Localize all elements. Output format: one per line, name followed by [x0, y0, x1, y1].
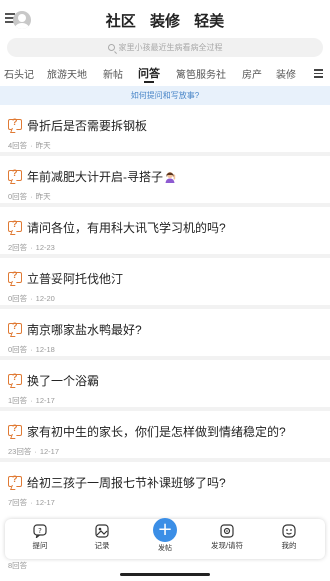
plus-icon: +: [153, 518, 177, 542]
question-item[interactable]: 请问各位，有用科大讯飞学习机的吗? 2回答·12-23: [0, 207, 330, 258]
question-item[interactable]: 骨折后是否需要拆钢板 4回答·昨天: [0, 105, 330, 156]
category-tab-travel[interactable]: 旅游天地: [47, 66, 87, 81]
mine-label: 我的: [281, 541, 297, 550]
question-item[interactable]: 南京哪家盐水鸭最好? 0回答·12-18: [0, 309, 330, 360]
active-tab-indicator: [144, 81, 154, 83]
home-indicator[interactable]: [120, 573, 210, 576]
question-meta: 0回答 · 12-18: [8, 345, 55, 354]
svg-text:?: ?: [38, 527, 42, 535]
question-title: 年前减肥大计开启-寻搭子: [27, 168, 176, 185]
ask-button[interactable]: ? 提问: [18, 524, 62, 551]
category-tab-decoration[interactable]: 装修: [276, 66, 296, 81]
question-title: 换了一个浴霸: [27, 374, 100, 388]
header: 社区 装修 轻美: [0, 0, 330, 38]
question-icon: [8, 168, 22, 181]
question-icon: [8, 321, 22, 334]
woman-raising-hand-emoji-icon: [165, 172, 176, 183]
question-title: 骨折后是否需要拆钢板: [27, 119, 148, 133]
question-icon: [8, 423, 22, 436]
question-icon: [8, 219, 22, 232]
question-list: 骨折后是否需要拆钢板 4回答·昨天 年前减肥大计开启-寻搭子 0回答·昨天 请问…: [0, 105, 330, 513]
question-title: 南京哪家盐水鸭最好?: [27, 323, 142, 337]
mine-button[interactable]: 我的: [267, 524, 311, 551]
tab-community[interactable]: 社区: [106, 13, 136, 30]
question-item[interactable]: 换了一个浴霸 1回答·12-17: [0, 360, 330, 411]
question-icon: [8, 117, 22, 130]
question-item[interactable]: 年前减肥大计开启-寻搭子 0回答·昨天: [0, 156, 330, 207]
question-item[interactable]: 给初三孩子一周报七节补课班够了吗? 7回答·12-17: [0, 462, 330, 513]
question-title: 请问各位，有用科大讯飞学习机的吗?: [27, 221, 226, 235]
discover-button[interactable]: 发现/请符: [205, 524, 249, 551]
how-to-ask-banner[interactable]: 如何提问和写放事?: [0, 86, 330, 105]
bottom-nav-bar: ? 提问 记录 + 发帖 发现/请符 我的: [5, 518, 325, 559]
top-tabs: 社区 装修 轻美: [0, 10, 330, 31]
question-meta: 0回答 · 12-20: [8, 294, 55, 303]
search-icon: [107, 44, 115, 51]
question-meta: 2回答 · 12-23: [8, 243, 55, 252]
tab-beauty[interactable]: 轻美: [194, 13, 224, 30]
question-meta: 0回答 · 昨天: [8, 192, 51, 201]
record-label: 记录: [94, 541, 110, 550]
category-tab-service[interactable]: 篱笆服务社: [176, 66, 226, 81]
category-tab-shitouji[interactable]: 石头记: [4, 66, 34, 81]
compass-icon: [220, 524, 234, 538]
profile-face-icon: [282, 524, 296, 538]
question-title: 立普妥阿托伐他汀: [27, 272, 124, 286]
question-meta: 4回答 · 昨天: [8, 141, 51, 150]
ask-label: 提问: [32, 541, 48, 550]
ask-question-icon: ?: [33, 524, 47, 538]
record-image-icon: [95, 524, 109, 538]
category-tab-realestate[interactable]: 房产: [242, 66, 262, 81]
tab-decoration[interactable]: 装修: [150, 13, 180, 30]
question-icon: [8, 474, 22, 487]
question-title: 给初三孩子一周报七节补课班够了吗?: [27, 476, 226, 490]
post-button[interactable]: + 发帖: [153, 518, 177, 553]
record-button[interactable]: 记录: [80, 524, 124, 551]
question-meta: 23回答 · 12-17: [8, 447, 60, 456]
question-item[interactable]: 立普妥阿托伐他汀 0回答·12-20: [0, 258, 330, 309]
category-tab-new-posts[interactable]: 新帖: [103, 66, 123, 81]
question-meta: 1回答 · 12-17: [8, 396, 55, 405]
category-tab-qa[interactable]: 问答: [138, 65, 160, 81]
partially-hidden-meta: 8回答: [8, 561, 28, 570]
question-title: 家有初中生的家长，你们是怎样做到情绪稳定的?: [27, 425, 286, 439]
question-item[interactable]: 家有初中生的家长，你们是怎样做到情绪稳定的? 23回答·12-17: [0, 411, 330, 462]
search-placeholder: 家里小孩最近生病看病全过程: [118, 43, 223, 52]
discover-label: 发现/请符: [210, 541, 244, 550]
post-label: 发帖: [158, 545, 172, 552]
question-meta: 7回答 · 12-17: [8, 498, 55, 507]
category-nav: 石头记 旅游天地 新帖 问答 篱笆服务社 房产 装修: [0, 61, 330, 85]
question-icon: [8, 270, 22, 283]
more-categories-icon[interactable]: [314, 69, 323, 80]
question-icon: [8, 372, 22, 385]
search-input[interactable]: 家里小孩最近生病看病全过程: [7, 38, 323, 57]
